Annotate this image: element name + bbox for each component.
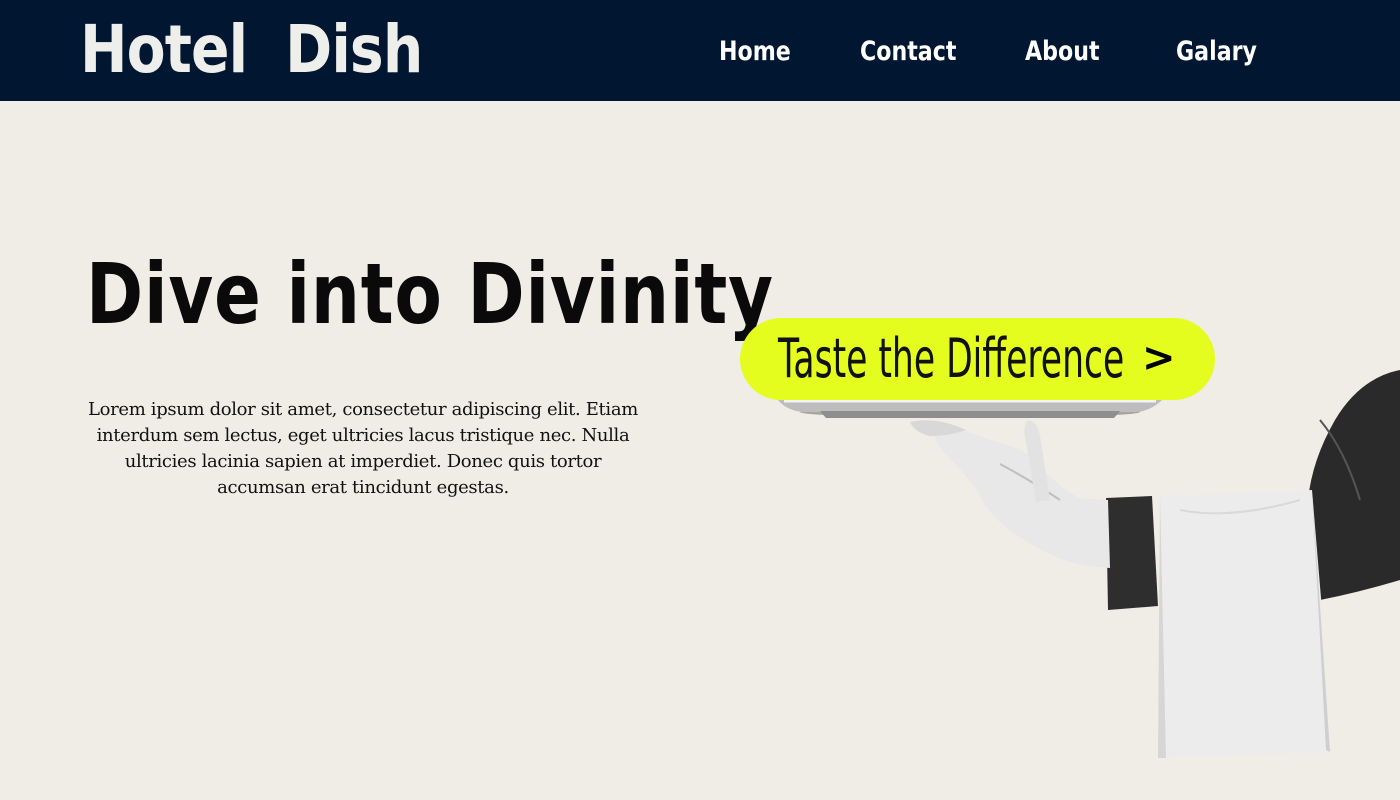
- cta-label: Taste the Difference: [778, 327, 1125, 390]
- landing-page: Hotel Dish Home Contact About Galary Div…: [0, 0, 1400, 800]
- chevron-right-icon: >: [1142, 335, 1176, 381]
- hero-title: Dive into Divinity: [86, 245, 774, 343]
- taste-the-difference-button[interactable]: Taste the Difference >: [740, 318, 1215, 400]
- nav-link-about[interactable]: About: [1025, 30, 1100, 74]
- top-navbar: Hotel Dish Home Contact About Galary: [0, 0, 1400, 101]
- waiter-serving-tray-illustration: [778, 370, 1400, 758]
- hero-description: Lorem ipsum dolor sit amet, consectetur …: [88, 399, 638, 498]
- brand-logo[interactable]: Hotel Dish: [80, 6, 423, 94]
- nav-link-galary[interactable]: Galary: [1176, 30, 1257, 74]
- nav-link-contact[interactable]: Contact: [860, 30, 956, 74]
- nav-link-home[interactable]: Home: [719, 30, 791, 74]
